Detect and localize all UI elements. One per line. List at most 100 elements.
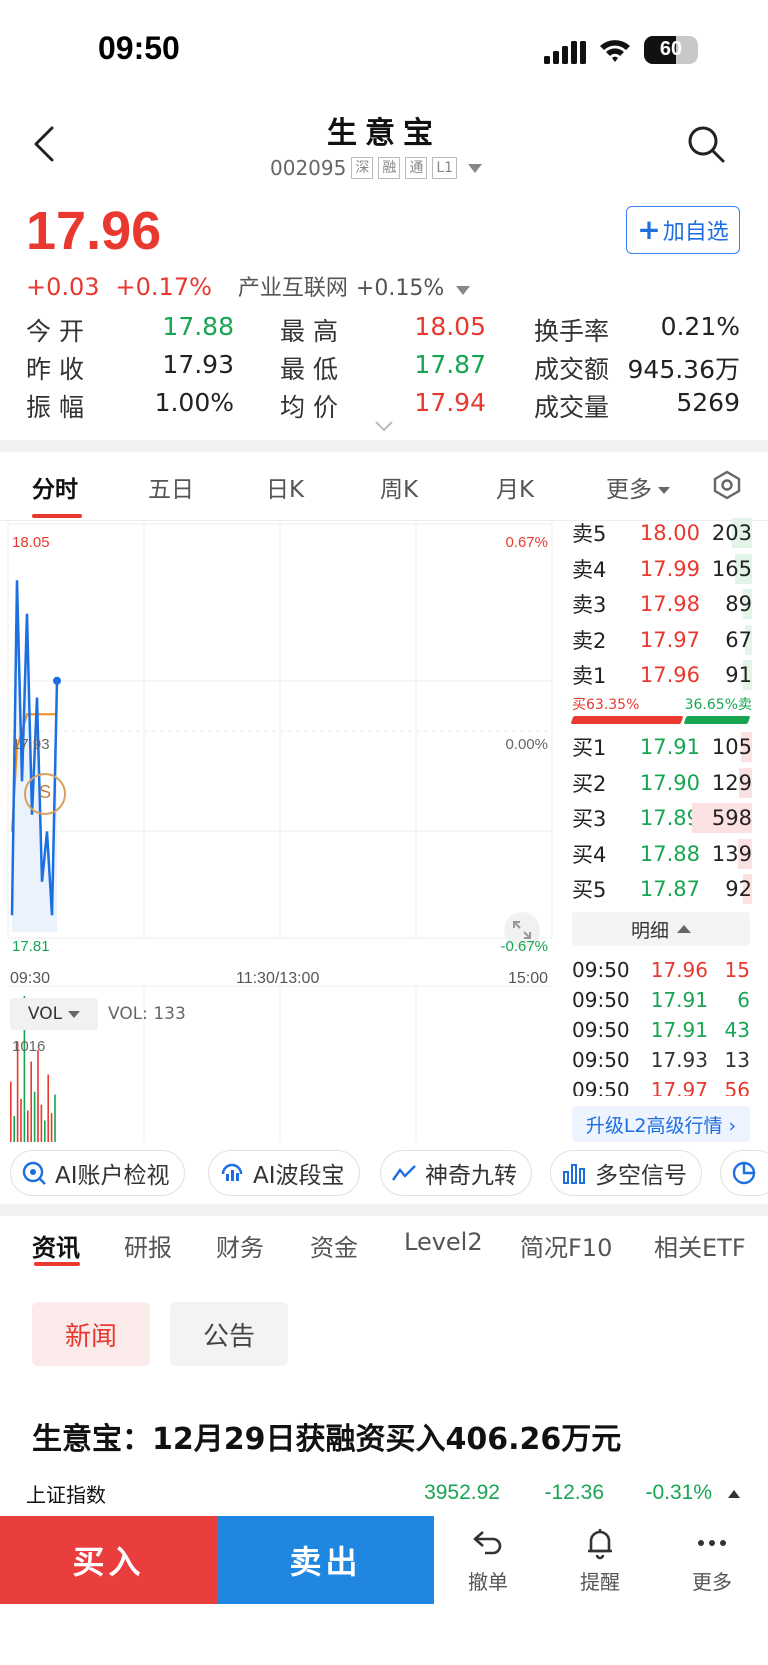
ask-row-5[interactable]: 卖5 18.00 203 — [572, 516, 752, 550]
tab-news[interactable]: 资讯 — [32, 1228, 80, 1263]
cancel-order-button[interactable]: 撤单 — [448, 1526, 528, 1595]
bid-row-2[interactable]: 买2 17.90 129 — [572, 766, 752, 800]
tag-shenzhen: 深 — [351, 157, 374, 179]
tab-monthly-k[interactable]: 月K — [496, 470, 534, 504]
upgrade-l2-button[interactable]: 升级L2高级行情 › — [572, 1106, 750, 1142]
bid-row-1[interactable]: 买1 17.91 105 — [572, 730, 752, 764]
low-label: 最 低 — [280, 355, 338, 384]
alert-button[interactable]: 提醒 — [560, 1526, 640, 1595]
plus-icon: + — [637, 213, 661, 246]
tick-time: 09:50 — [572, 958, 630, 982]
section-divider — [0, 1204, 768, 1216]
long-short-signal-button[interactable]: 多空信号 — [550, 1150, 702, 1196]
ai-account-check-button[interactable]: AI账户检视 — [10, 1150, 185, 1196]
level-volume: 91 — [725, 663, 752, 687]
amplitude-label: 振 幅 — [26, 393, 84, 422]
intraday-chart[interactable] — [0, 522, 556, 1142]
section-divider — [0, 440, 768, 452]
tick-time: 09:50 — [572, 1018, 630, 1042]
more-button[interactable]: 更多 — [672, 1526, 752, 1595]
industry-name[interactable]: 产业互联网 — [238, 270, 348, 302]
trade-detail-toggle[interactable]: 明细 — [572, 912, 750, 946]
tab-daily-k[interactable]: 日K — [266, 470, 304, 504]
trade-tick-row: 09:50 17.96 15 — [572, 958, 750, 982]
more-tools-button[interactable] — [720, 1150, 768, 1196]
change-row: +0.03 +0.17% 产业互联网 +0.15% — [26, 270, 471, 302]
ask-row-2[interactable]: 卖2 17.97 67 — [572, 623, 752, 657]
expand-chevron-icon[interactable] — [374, 420, 394, 432]
open-value: 17.88 — [162, 312, 234, 341]
settings-hexagon-icon[interactable] — [712, 470, 742, 500]
chip-news[interactable]: 新闻 — [32, 1302, 150, 1366]
tick-time: 09:50 — [572, 1078, 630, 1096]
tab-related-etf[interactable]: 相关ETF — [654, 1228, 746, 1263]
index-ticker[interactable]: 上证指数 3952.92 -12.36 -0.31% — [0, 1472, 768, 1514]
level-volume: 165 — [711, 556, 752, 581]
tab-capital[interactable]: 资金 — [310, 1228, 358, 1263]
magic-nine-button[interactable]: 神奇九转 — [380, 1150, 532, 1196]
trade-detail-label: 明细 — [630, 919, 669, 942]
stock-code-row[interactable]: 002095 深 融 通 L1 — [270, 156, 483, 180]
level-price: 17.87 — [639, 877, 700, 901]
sell-button[interactable]: 卖出 — [217, 1516, 434, 1604]
buy-button[interactable]: 买入 — [0, 1516, 217, 1604]
add-watchlist-button[interactable]: + 加自选 — [626, 206, 740, 254]
bid-row-4[interactable]: 买4 17.88 139 — [572, 837, 752, 871]
level-volume: 105 — [711, 735, 752, 759]
chevron-up-icon — [677, 925, 691, 933]
volume-label: 成交量 — [534, 393, 610, 422]
more-dots-icon — [698, 1540, 726, 1546]
volume-value: 5269 — [676, 388, 740, 417]
tab-intraday[interactable]: 分时 — [32, 470, 78, 504]
tab-f10[interactable]: 简况F10 — [520, 1228, 612, 1263]
chevron-up-icon[interactable] — [728, 1490, 740, 1498]
chevron-down-icon[interactable] — [456, 286, 471, 295]
level-volume: 92 — [725, 877, 752, 901]
tab-five-day[interactable]: 五日 — [148, 470, 194, 504]
chip-announcements[interactable]: 公告 — [170, 1302, 288, 1366]
active-tab-indicator — [32, 514, 82, 518]
search-icon[interactable] — [686, 124, 726, 164]
chevron-down-icon — [468, 163, 483, 173]
tab-weekly-k[interactable]: 周K — [380, 470, 418, 504]
tab-research[interactable]: 研报 — [124, 1228, 172, 1263]
cellular-signal-icon — [544, 41, 586, 64]
level-volume: 67 — [725, 627, 752, 652]
ask-row-1[interactable]: 卖1 17.96 91 — [572, 658, 752, 692]
level-price: 17.91 — [639, 735, 700, 759]
level-price: 17.88 — [639, 841, 700, 866]
pct-axis-mid: 0.00% — [505, 736, 548, 753]
amplitude-value: 1.00% — [154, 388, 234, 417]
volume-bar — [50, 1113, 53, 1142]
status-time: 09:50 — [98, 30, 180, 66]
level-price: 17.89 — [639, 806, 700, 830]
tab-finance[interactable]: 财务 — [216, 1228, 264, 1263]
cancel-order-label: 撤单 — [468, 1570, 508, 1594]
news-headline[interactable]: 生意宝：12月29日获融资买入406.26万元 — [32, 1414, 621, 1458]
volume-bar — [16, 1041, 19, 1142]
sell-ratio-label: 36.65%卖 — [684, 697, 752, 713]
index-pct: -0.31% — [645, 1481, 712, 1504]
buy-ratio-label: 买63.35% — [572, 697, 640, 713]
trade-tick-row: 09:50 17.91 43 — [572, 1018, 750, 1042]
trade-detail-list[interactable]: 09:50 17.96 15 09:50 17.91 6 09:50 17.91 43 09:50… — [560, 958, 760, 1096]
current-price: 17.96 — [26, 201, 162, 261]
volume-bar — [47, 1074, 49, 1142]
level-label: 买2 — [572, 771, 607, 796]
bid-row-3[interactable]: 买3 17.89 598 — [572, 801, 752, 835]
bid-row-5[interactable]: 买5 17.87 92 — [572, 872, 752, 906]
tab-more[interactable]: 更多 — [606, 470, 670, 504]
tab-level2[interactable]: Level2 — [404, 1228, 483, 1256]
level-label: 卖1 — [572, 664, 607, 688]
volume-bar — [44, 1120, 46, 1142]
tick-price: 17.91 — [650, 988, 708, 1012]
tick-volume: 6 — [737, 988, 750, 1012]
ai-band-button[interactable]: AI波段宝 — [208, 1150, 360, 1196]
volume-bar — [13, 1116, 15, 1142]
chevron-down-icon — [658, 487, 670, 494]
tick-price: 17.91 — [650, 1018, 708, 1042]
indicator-select[interactable]: VOL — [10, 998, 98, 1030]
ask-row-3[interactable]: 卖3 17.98 89 — [572, 587, 752, 621]
ask-row-4[interactable]: 卖4 17.99 165 — [572, 552, 752, 586]
x-axis-end: 15:00 — [508, 970, 549, 987]
